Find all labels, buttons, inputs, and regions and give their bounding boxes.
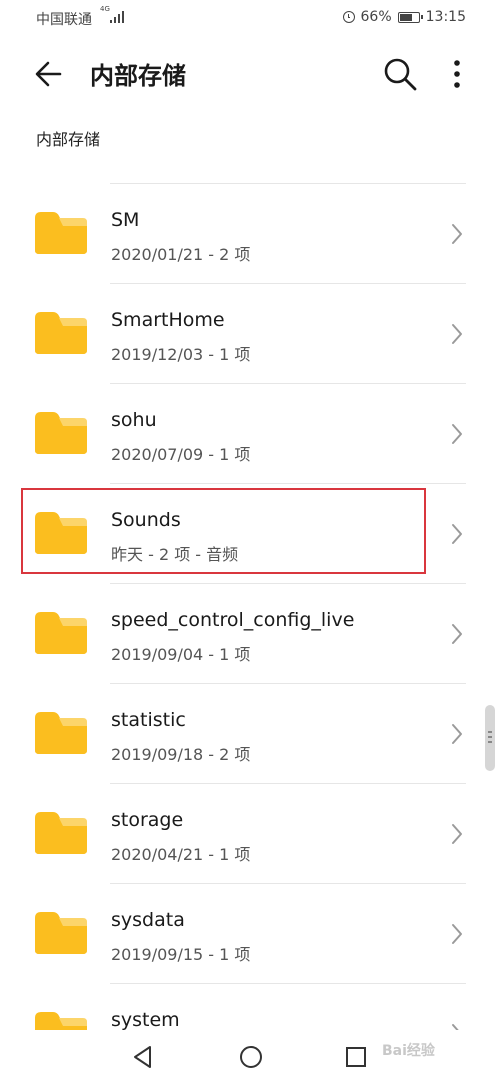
network-type-label: 4G [100, 5, 110, 13]
file-list: SM 2020/01/21 - 2 项 SmartHome 2019/12/03 - … [0, 184, 500, 1084]
app-header: 内部存储 [0, 36, 500, 116]
folder-row[interactable]: speed_control_config_live 2019/09/04 - 1 … [0, 584, 500, 684]
folder-icon [35, 712, 87, 754]
folder-icon [35, 312, 87, 354]
folder-name: storage [111, 809, 184, 831]
folder-meta: 2020/07/09 - 1 项 [111, 445, 251, 464]
folder-name: system [111, 1009, 180, 1031]
nav-recent-apps-icon[interactable] [344, 1045, 368, 1069]
folder-icon [35, 612, 87, 654]
status-indicators: 66% 13:15 [342, 9, 466, 25]
folder-meta: 2019/09/18 - 2 项 [111, 745, 251, 764]
scrollbar-handle[interactable] [485, 705, 495, 771]
folder-name: sysdata [111, 909, 185, 931]
nav-home-icon[interactable] [238, 1044, 264, 1070]
chevron-right-icon [452, 724, 462, 744]
folder-name: Sounds [111, 509, 181, 531]
folder-row[interactable]: Sounds 昨天 - 2 项 - 音频 [0, 484, 500, 584]
folder-icon [35, 812, 87, 854]
folder-row[interactable]: statistic 2019/09/18 - 2 项 [0, 684, 500, 784]
folder-row[interactable]: storage 2020/04/21 - 1 项 [0, 784, 500, 884]
battery-icon [397, 11, 423, 23]
more-options-icon[interactable] [444, 56, 470, 92]
chevron-right-icon [452, 824, 462, 844]
folder-icon [35, 212, 87, 254]
watermark-logo: Bai经验 [382, 1043, 435, 1059]
page-title: 内部存储 [90, 62, 186, 90]
search-icon[interactable] [382, 56, 418, 92]
battery-percent: 66% [360, 9, 392, 25]
folder-icon [35, 512, 87, 554]
alarm-icon [342, 11, 355, 23]
chevron-right-icon [452, 424, 462, 444]
folder-name: sohu [111, 409, 157, 431]
chevron-right-icon [452, 224, 462, 244]
folder-meta: 2019/12/03 - 1 项 [111, 345, 251, 364]
folder-icon [35, 412, 87, 454]
folder-row[interactable]: SM 2020/01/21 - 2 项 [0, 184, 500, 284]
back-arrow-icon[interactable] [30, 54, 70, 94]
chevron-right-icon [452, 324, 462, 344]
folder-meta: 2019/09/15 - 1 项 [111, 945, 251, 964]
chevron-right-icon [452, 624, 462, 644]
folder-name: SmartHome [111, 309, 225, 331]
chevron-right-icon [452, 924, 462, 944]
folder-name: SM [111, 209, 140, 231]
folder-name: speed_control_config_live [111, 609, 355, 631]
status-bar: 中国联通 4G 66% 13:15 [0, 0, 500, 36]
nav-back-icon[interactable] [130, 1044, 156, 1070]
clock: 13:15 [425, 9, 466, 25]
folder-row[interactable]: sysdata 2019/09/15 - 1 项 [0, 884, 500, 984]
folder-row[interactable]: sohu 2020/07/09 - 1 项 [0, 384, 500, 484]
folder-meta: 2019/09/04 - 1 项 [111, 645, 251, 664]
folder-name: statistic [111, 709, 186, 731]
folder-icon [35, 912, 87, 954]
folder-meta: 2020/01/21 - 2 项 [111, 245, 251, 264]
breadcrumb[interactable]: 内部存储 [36, 126, 100, 150]
signal-icon [110, 11, 126, 23]
carrier-label: 中国联通 [36, 12, 92, 28]
folder-row[interactable]: SmartHome 2019/12/03 - 1 项 [0, 284, 500, 384]
folder-meta: 昨天 - 2 项 - 音频 [111, 545, 239, 564]
chevron-right-icon [452, 524, 462, 544]
folder-meta: 2020/04/21 - 1 项 [111, 845, 251, 864]
